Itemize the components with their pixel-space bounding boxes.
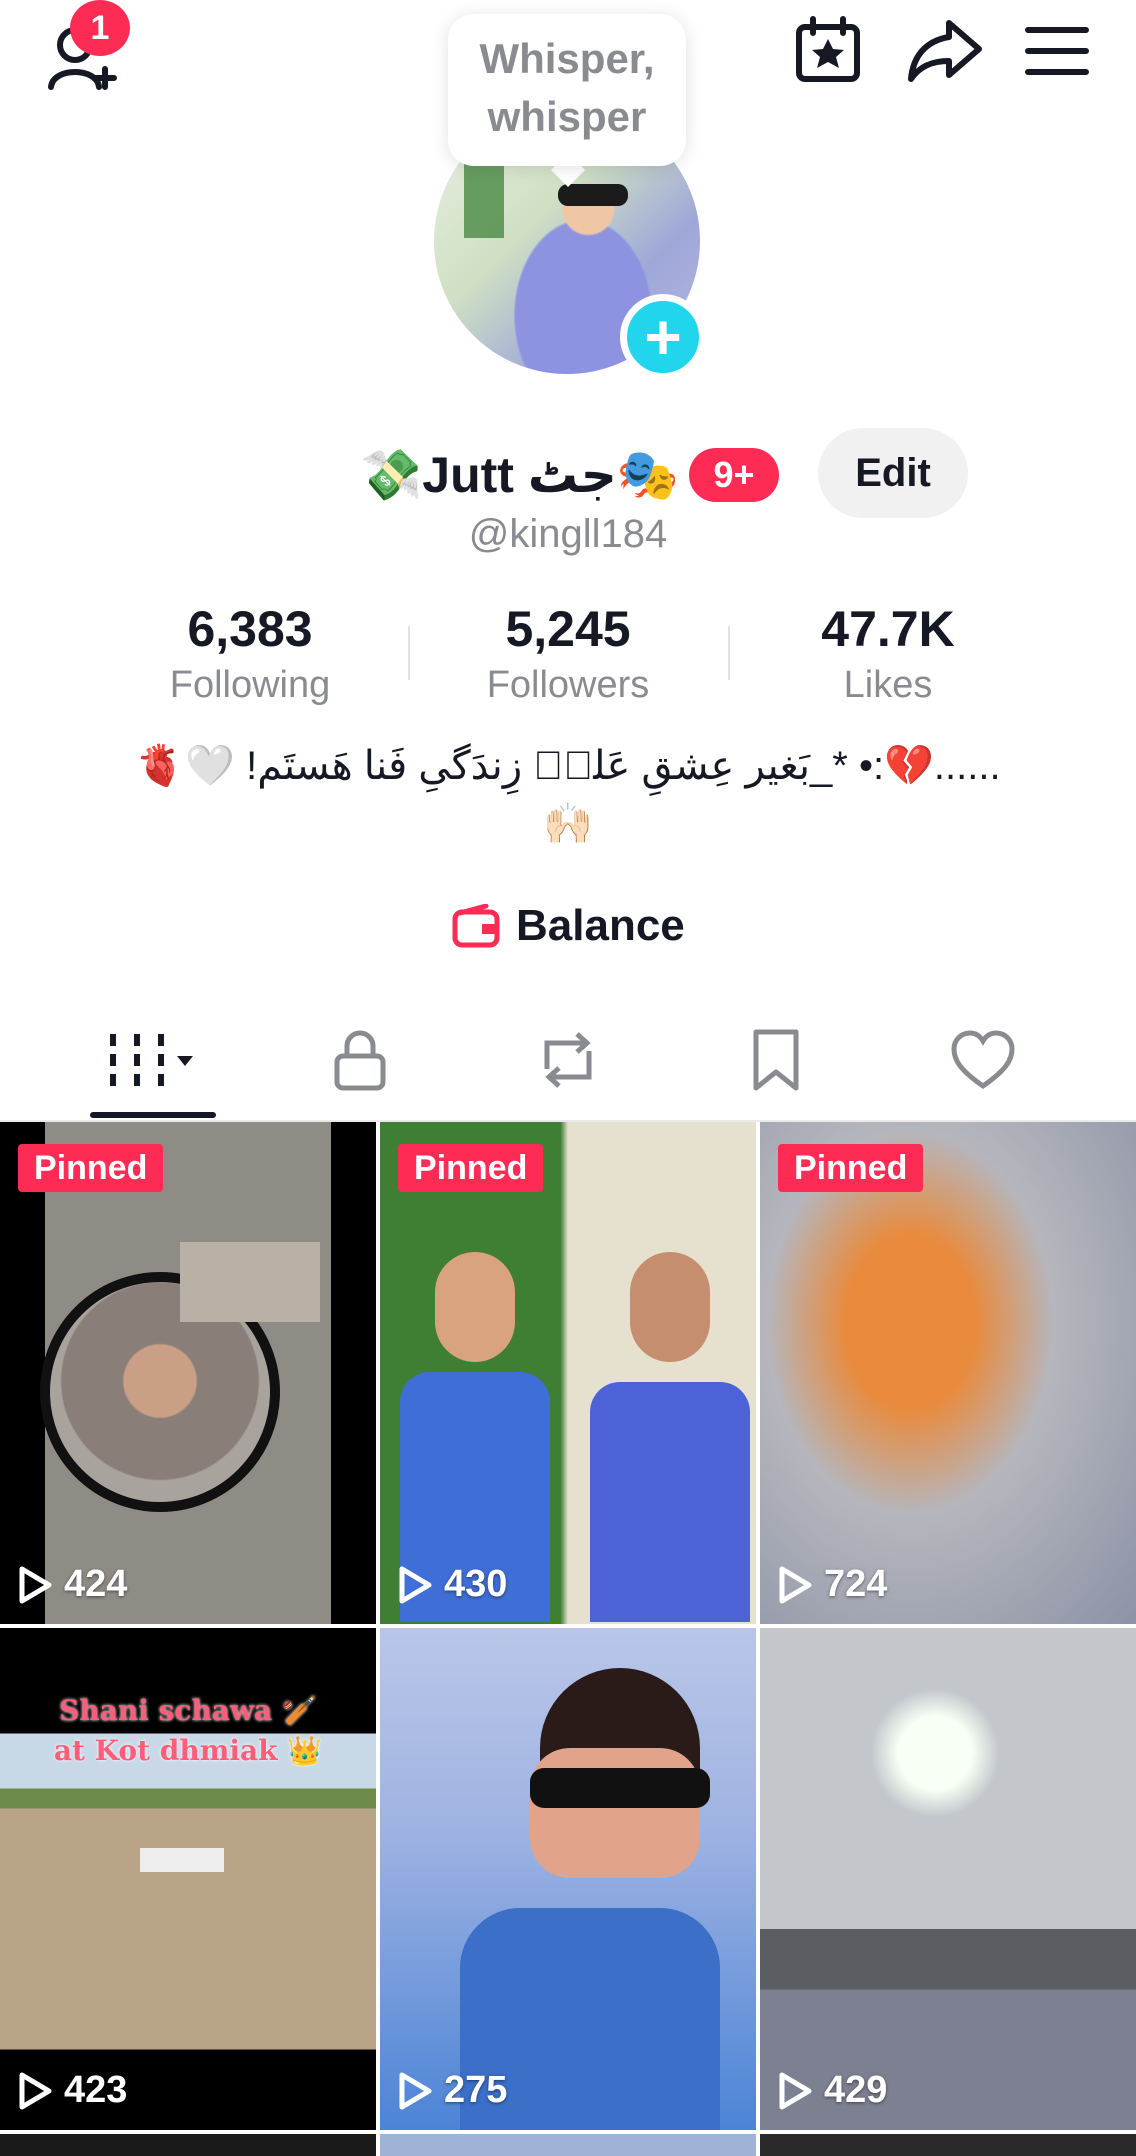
video-thumbnail[interactable]: Pinned 430 bbox=[380, 1122, 756, 1624]
view-count-text: 430 bbox=[444, 1563, 508, 1605]
video-thumbnail[interactable]: 275 bbox=[380, 1628, 756, 2130]
view-count: 429 bbox=[778, 2069, 887, 2112]
calendar-button[interactable] bbox=[790, 12, 866, 88]
video-thumbnail[interactable]: Pinned 424 bbox=[0, 1122, 376, 1624]
play-icon bbox=[779, 1566, 812, 1603]
video-thumbnail[interactable]: 429 bbox=[760, 1628, 1136, 2130]
heart-icon bbox=[951, 1030, 1015, 1090]
whisper-line-2: whisper bbox=[487, 93, 647, 140]
notification-badge: 1 bbox=[70, 0, 130, 56]
stat-divider bbox=[408, 626, 410, 680]
view-count: 430 bbox=[398, 1563, 507, 1606]
video-thumbnail[interactable]: Pinned 724 bbox=[760, 1122, 1136, 1624]
bio-emoji: 🙌🏻 bbox=[543, 802, 593, 846]
liked-tab[interactable] bbox=[918, 1020, 1048, 1100]
following-stat[interactable]: 6,383 Following bbox=[100, 600, 400, 707]
username: @kingll184 bbox=[468, 512, 668, 556]
calendar-star-icon bbox=[796, 16, 860, 82]
view-count-text: 429 bbox=[824, 2069, 888, 2111]
edit-profile-button[interactable]: Edit bbox=[818, 428, 968, 518]
view-count: 423 bbox=[18, 2069, 127, 2112]
reposts-tab[interactable] bbox=[503, 1020, 633, 1100]
videos-tab[interactable] bbox=[90, 1020, 220, 1100]
video-thumbnail[interactable] bbox=[760, 2134, 1136, 2156]
followers-count: 5,245 bbox=[505, 601, 631, 657]
balance-label: Balance bbox=[516, 901, 685, 950]
grid-videos-icon bbox=[110, 1034, 193, 1086]
bio-text: ......💔:• *_بَغیر عِشقِ عَلیؑ زِندَگیِ ف… bbox=[135, 744, 1001, 788]
play-icon bbox=[19, 2072, 52, 2109]
view-count-text: 423 bbox=[64, 2069, 128, 2111]
video-caption: at Kot dhmiak 👑 bbox=[53, 1734, 323, 1767]
plus-icon: + bbox=[644, 301, 682, 373]
view-count-text: 724 bbox=[824, 1563, 888, 1605]
followers-label: Followers bbox=[486, 664, 650, 706]
view-count-text: 424 bbox=[64, 1563, 128, 1605]
name-row: 💸Jutt جٹ🎭 9+ bbox=[360, 440, 780, 510]
view-count: 424 bbox=[18, 1563, 127, 1606]
video-thumbnail[interactable]: Shani schawa 🏏 at Kot dhmiak 👑 423 bbox=[0, 1628, 376, 2130]
bookmark-icon bbox=[753, 1029, 799, 1091]
private-tab[interactable] bbox=[295, 1020, 425, 1100]
followers-stat[interactable]: 5,245 Followers bbox=[418, 600, 718, 707]
following-label: Following bbox=[169, 664, 331, 706]
share-icon bbox=[908, 20, 982, 82]
lock-icon bbox=[334, 1030, 386, 1091]
video-thumbnail[interactable] bbox=[380, 2134, 756, 2156]
share-profile-button[interactable] bbox=[900, 12, 990, 88]
whisper-bubble[interactable]: Whisper, whisper bbox=[448, 14, 686, 166]
favorites-tab[interactable] bbox=[711, 1020, 841, 1100]
view-count: 275 bbox=[398, 2069, 507, 2112]
add-story-button[interactable]: + bbox=[620, 294, 706, 380]
likes-label: Likes bbox=[843, 664, 933, 706]
video-caption: Shani schawa 🏏 bbox=[59, 1694, 317, 1727]
video-thumbnail[interactable] bbox=[0, 2134, 376, 2156]
menu-button[interactable] bbox=[1022, 16, 1092, 86]
wallet-icon bbox=[452, 904, 500, 948]
play-icon bbox=[779, 2072, 812, 2109]
display-name: 💸Jutt جٹ🎭 bbox=[360, 446, 680, 503]
whisper-line-1: Whisper, bbox=[479, 35, 655, 82]
menu-icon bbox=[1025, 27, 1089, 75]
pinned-badge: Pinned bbox=[778, 1144, 924, 1192]
play-icon bbox=[19, 1566, 52, 1603]
pinned-badge: Pinned bbox=[18, 1144, 164, 1192]
view-count: 724 bbox=[778, 1563, 887, 1606]
likes-count: 47.7K bbox=[821, 601, 955, 657]
following-count: 6,383 bbox=[187, 601, 313, 657]
pinned-badge: Pinned bbox=[398, 1144, 544, 1192]
level-badge[interactable]: 9+ bbox=[689, 448, 780, 502]
stat-divider bbox=[728, 626, 730, 680]
play-icon bbox=[399, 1566, 432, 1603]
view-count-text: 275 bbox=[444, 2069, 508, 2111]
play-icon bbox=[399, 2072, 432, 2109]
active-tab-indicator bbox=[90, 1112, 216, 1118]
likes-stat[interactable]: 47.7K Likes bbox=[738, 600, 1038, 707]
balance-button[interactable]: Balance bbox=[452, 896, 685, 956]
repost-icon bbox=[544, 1032, 592, 1088]
